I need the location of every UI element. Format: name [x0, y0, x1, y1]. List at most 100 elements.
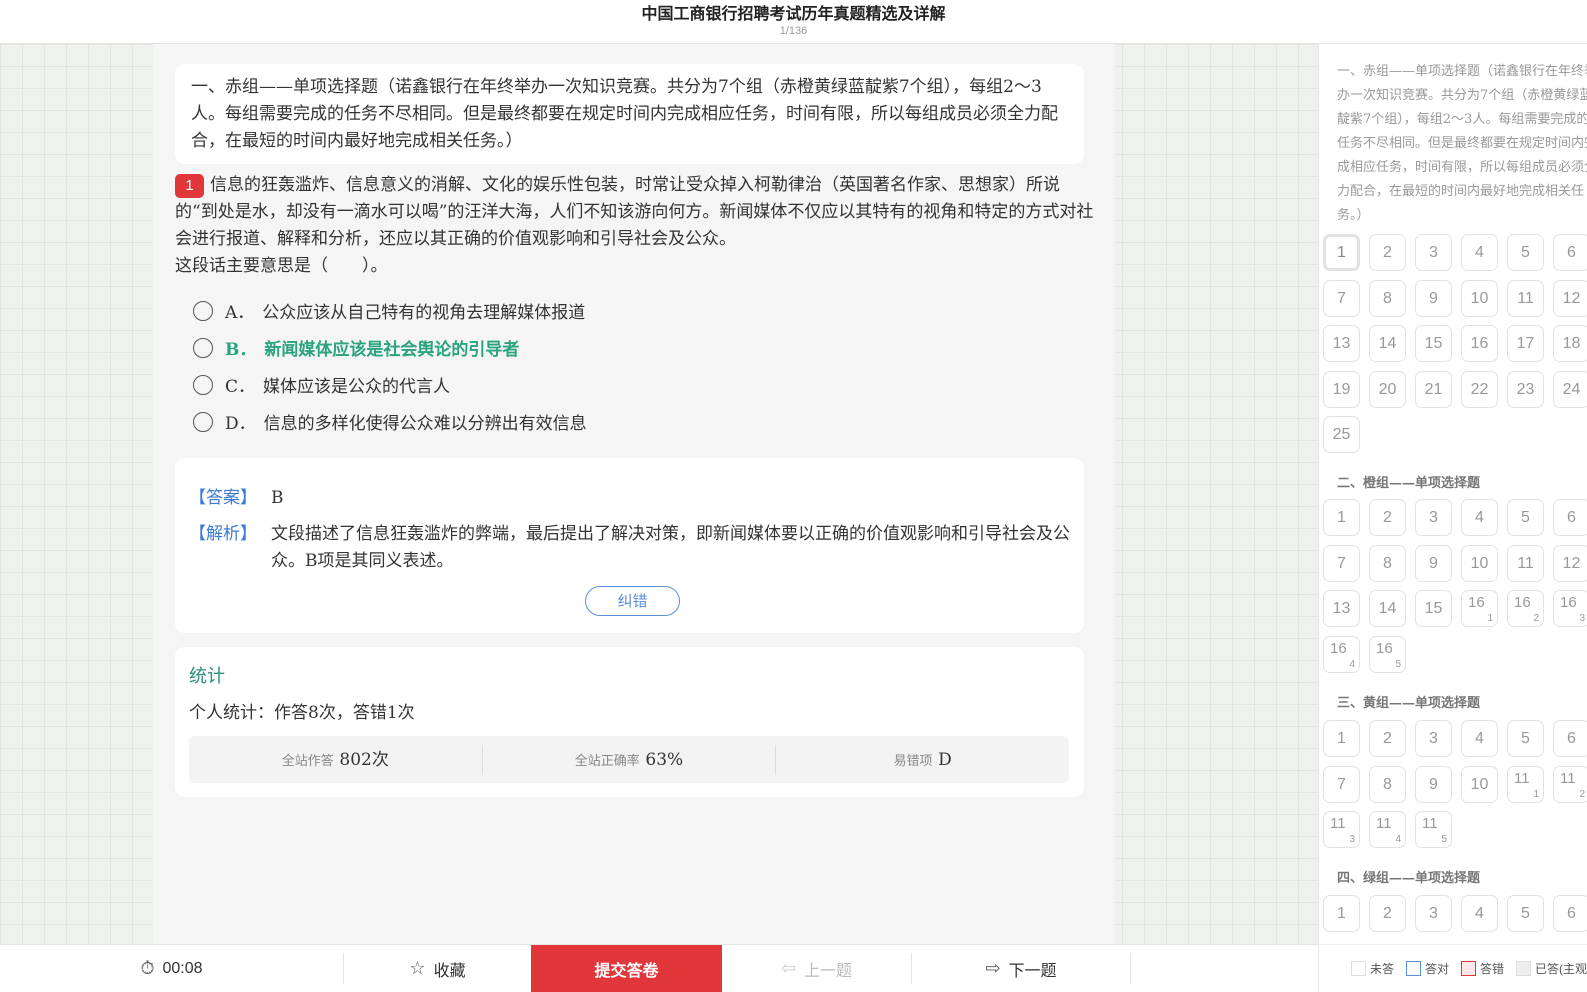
question-cell[interactable]: 10	[1461, 279, 1498, 317]
question-cell[interactable]: 11 5	[1415, 811, 1452, 848]
question-number: 16	[1468, 594, 1485, 611]
question-cell[interactable]: 22	[1461, 370, 1498, 408]
question-cell[interactable]: 21	[1415, 370, 1452, 408]
question-cell[interactable]: 16 4	[1323, 635, 1360, 673]
question-stem: 1 信息的狂轰滥炸、信息意义的消解、文化的娱乐性包装，时常让受众掉入柯勒律治（英国…	[175, 172, 1095, 280]
legend-answered: 已答(主观	[1516, 960, 1587, 977]
next-question-button[interactable]: ⇨ 下一题	[912, 945, 1130, 992]
question-text: 信息的狂轰滥炸、信息意义的消解、文化的娱乐性包装，时常让受众掉入柯勒律治（英国著…	[175, 175, 1094, 249]
option-a[interactable]: A． 公众应该从自己特有的视角去理解媒体报道	[193, 292, 1053, 329]
option-c[interactable]: C． 媒体应该是公众的代言人	[193, 366, 1053, 403]
question-cell[interactable]: 17	[1507, 325, 1544, 362]
question-cell[interactable]: 6	[1553, 720, 1587, 757]
sub-question-number: 3	[1579, 613, 1585, 624]
question-cell[interactable]: 13	[1323, 590, 1360, 627]
question-cell[interactable]: 10	[1461, 765, 1498, 803]
option-b[interactable]: B． 新闻媒体应该是社会舆论的引导者	[193, 329, 1053, 366]
question-cell[interactable]: 1	[1323, 720, 1360, 757]
radio-icon[interactable]	[193, 337, 213, 358]
question-cell[interactable]: 2	[1369, 234, 1406, 271]
radio-icon[interactable]	[193, 374, 213, 395]
question-cell[interactable]: 6	[1553, 895, 1587, 932]
question-cell[interactable]: 13	[1323, 325, 1360, 362]
question-cell[interactable]: 7	[1323, 279, 1360, 317]
question-cell[interactable]: 16 1	[1461, 590, 1498, 627]
question-cell[interactable]: 6	[1553, 499, 1587, 536]
question-cell[interactable]: 2	[1369, 499, 1406, 536]
question-cell[interactable]: 12	[1553, 544, 1587, 582]
common-wrong-value: D	[938, 749, 952, 770]
question-cell[interactable]: 1	[1323, 499, 1360, 536]
question-cell[interactable]: 7	[1323, 765, 1360, 803]
question-cell[interactable]: 4	[1461, 499, 1498, 536]
question-cell[interactable]: 6	[1553, 234, 1587, 271]
question-cell[interactable]: 9	[1415, 544, 1452, 582]
legend-label: 已答(主观	[1535, 962, 1587, 976]
question-cell[interactable]: 11 4	[1369, 811, 1406, 848]
question-cell[interactable]: 8	[1369, 279, 1406, 317]
question-cell[interactable]: 25	[1323, 416, 1360, 453]
question-panel: 一、赤组——单项选择题（诺鑫银行在年终举办一次知识竞赛。共分为7个组（赤橙黄绿蓝…	[153, 44, 1115, 944]
favorite-label: 收藏	[433, 962, 466, 980]
question-cell[interactable]: 11 2	[1553, 765, 1587, 803]
question-cell[interactable]: 4	[1461, 720, 1498, 757]
question-cell[interactable]: 1	[1323, 234, 1360, 271]
question-cell[interactable]: 16 5	[1369, 635, 1406, 673]
question-cell[interactable]: 11 3	[1323, 811, 1360, 848]
site-accuracy-stat: 全站正确率 63%	[483, 744, 777, 775]
legend-swatch	[1516, 961, 1532, 976]
question-cell[interactable]: 16 3	[1553, 590, 1587, 627]
question-cell[interactable]: 7	[1323, 544, 1360, 582]
question-cell[interactable]: 5	[1507, 895, 1544, 932]
options-list: A． 公众应该从自己特有的视角去理解媒体报道 B． 新闻媒体应该是社会舆论的引导…	[193, 292, 1053, 440]
question-cell[interactable]: 9	[1415, 279, 1452, 317]
question-cell[interactable]: 16 2	[1507, 590, 1544, 627]
question-cell[interactable]: 3	[1415, 499, 1452, 536]
option-d[interactable]: D． 信息的多样化使得公众难以分辨出有效信息	[193, 403, 1053, 440]
question-cell[interactable]: 3	[1415, 234, 1452, 271]
question-cell[interactable]: 2	[1369, 720, 1406, 757]
question-cell[interactable]: 15	[1415, 590, 1452, 627]
question-cell[interactable]: 18	[1553, 325, 1587, 362]
question-cell[interactable]: 3	[1415, 895, 1452, 932]
legend-label: 答错	[1480, 962, 1505, 976]
question-cell[interactable]: 4	[1461, 895, 1498, 932]
submit-button[interactable]: 提交答卷	[531, 945, 722, 992]
report-error-button[interactable]: 纠错	[585, 586, 680, 616]
prev-label: 上一题	[804, 962, 853, 980]
section-intro: 一、赤组——单项选择题（诺鑫银行在年终举办一次知识竞赛。共分为7个组（赤橙黄绿蓝…	[175, 64, 1084, 164]
question-cell[interactable]: 4	[1461, 234, 1498, 271]
question-cell[interactable]: 10	[1461, 544, 1498, 582]
sub-question-number: 2	[1533, 613, 1539, 624]
question-cell[interactable]: 19	[1323, 370, 1360, 408]
sub-question-number: 3	[1349, 834, 1355, 845]
question-cell[interactable]: 5	[1507, 234, 1544, 271]
prev-question-button[interactable]: ⇦ 上一题	[722, 945, 911, 992]
sub-question-number: 1	[1487, 613, 1493, 624]
question-cell[interactable]: 11	[1507, 279, 1544, 317]
question-cell[interactable]: 2	[1369, 895, 1406, 932]
question-cell[interactable]: 9	[1415, 765, 1452, 803]
question-cell[interactable]: 20	[1369, 370, 1406, 408]
question-cell[interactable]: 3	[1415, 720, 1452, 757]
question-cell[interactable]: 23	[1507, 370, 1544, 408]
question-cell[interactable]: 15	[1415, 325, 1452, 362]
question-cell[interactable]: 1	[1323, 895, 1360, 932]
question-cell[interactable]: 14	[1369, 325, 1406, 362]
question-cell[interactable]: 5	[1507, 499, 1544, 536]
question-cell[interactable]: 5	[1507, 720, 1544, 757]
favorite-button[interactable]: ☆ 收藏	[344, 945, 531, 992]
question-cell[interactable]: 14	[1369, 590, 1406, 627]
question-cell[interactable]: 11	[1507, 544, 1544, 582]
question-cell[interactable]: 24	[1553, 370, 1587, 408]
radio-icon[interactable]	[193, 300, 213, 321]
question-cell[interactable]: 8	[1369, 765, 1406, 803]
question-number: 16	[1376, 639, 1393, 657]
question-cell[interactable]: 16	[1461, 325, 1498, 362]
question-cell[interactable]: 11 1	[1507, 765, 1544, 803]
radio-icon[interactable]	[193, 411, 213, 432]
bottom-toolbar: ⏱ 00:08 ☆ 收藏 提交答卷 ⇦ 上一题 ⇨ 下一题	[0, 944, 1318, 992]
question-cell[interactable]: 12	[1553, 279, 1587, 317]
question-prompt: 这段话主要意思是（ ）。	[175, 256, 388, 276]
question-cell[interactable]: 8	[1369, 544, 1406, 582]
